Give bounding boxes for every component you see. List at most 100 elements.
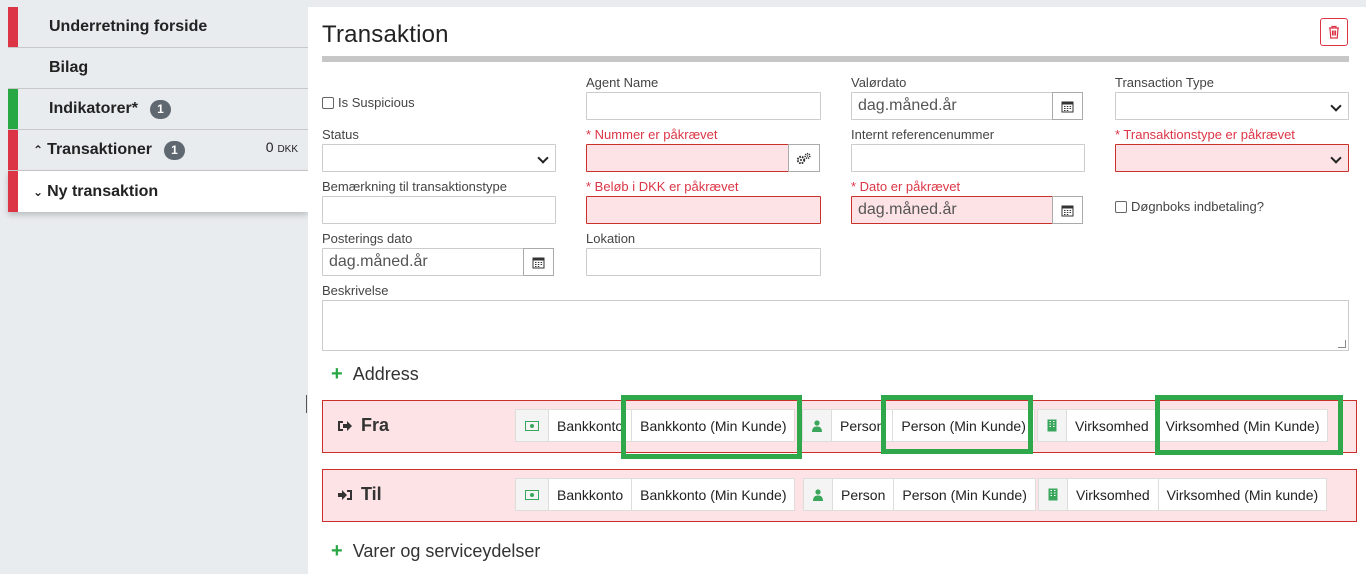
posterings-dato-input[interactable]: dag.måned.år [322,248,524,276]
dato-input[interactable]: dag.måned.år [851,196,1053,224]
lokation-label: Lokation [586,231,636,246]
is-suspicious-checkbox[interactable]: Is Suspicious [322,95,415,110]
party-title-text: Fra [361,415,390,435]
internt-ref-label: Internt referencenummer [851,127,995,142]
checkbox-label: Døgnboks indbetaling? [1131,199,1264,214]
delete-button[interactable] [1320,18,1348,46]
checkbox-box[interactable] [322,96,334,109]
generate-number-button[interactable] [788,144,820,172]
beloeb-required-label: * Beløb i DKK er påkrævet [586,179,739,194]
section-title: Address [352,364,419,384]
til-person-min-kunde-button[interactable]: Person (Min Kunde) [894,479,1035,510]
sidebar-item-indikatorer[interactable]: Indikatorer* 1 [8,89,308,130]
agent-name-input[interactable] [586,92,821,120]
sidebar-item-bilag[interactable]: Bilag [8,48,308,89]
til-virksomhed-button[interactable]: Virksomhed [1068,479,1159,510]
chevron-double-up-icon: ⌃ [33,143,44,157]
til-virksomhed-group: Virksomhed Virksomhed (Min kunde) [1038,478,1328,511]
sidebar-item-ny-transaktion[interactable]: ⌄ Ny transaktion [8,171,308,212]
bemaerkning-input[interactable] [322,196,556,224]
lokation-input[interactable] [586,248,821,276]
party-til: Til Bankkonto Bankkonto (Min Kunde) Pers… [322,469,1357,522]
posterings-calendar-button[interactable] [523,248,554,276]
calendar-icon [532,257,545,268]
user-icon [803,410,832,441]
varer-section-toggle[interactable]: + Varer og serviceydelser [331,540,540,563]
beskrivelse-label: Beskrivelse [322,283,389,298]
count-badge: 1 [164,140,185,160]
til-bankkonto-min-kunde-button[interactable]: Bankkonto (Min Kunde) [632,479,795,510]
user-icon [804,479,833,510]
highlight-box [881,395,1033,454]
sidebar-item-label: ⌄ Ny transaktion [8,183,158,201]
posterings-dato-label: Posterings dato [322,231,413,246]
sign-in-icon [337,488,353,502]
status-select[interactable] [322,144,556,172]
page-title: Transaktion [322,21,449,48]
status-label: Status [322,127,359,142]
status-bar [8,171,18,212]
highlight-box [621,395,802,459]
gears-icon [796,152,811,164]
sidebar-item-label: Indikatorer* [49,100,138,117]
status-bar [8,7,18,47]
checkbox-box[interactable] [1115,200,1127,213]
valoerdato-input[interactable]: dag.måned.år [851,92,1053,120]
highlight-box [1155,395,1343,455]
building-icon [1038,410,1067,441]
sidebar-item-label: Underretning forside [49,18,208,35]
amount-number: 0 [265,139,274,155]
beskrivelse-textarea[interactable] [322,300,1349,351]
calendar-icon [1061,205,1074,216]
checkbox-label: Is Suspicious [338,95,415,110]
main-panel: Transaktion Is Suspicious Agent Name Val… [308,7,1366,574]
til-person-group: Person Person (Min Kunde) [803,478,1036,511]
til-bankkonto-group: Bankkonto Bankkonto (Min Kunde) [515,478,796,511]
amount-value: 0 DKK [266,139,298,155]
trash-icon [1329,25,1339,39]
sidebar-item-label: ⌃ Transaktioner [8,141,152,159]
til-person-button[interactable]: Person [833,479,895,510]
sidebar-item-transaktioner[interactable]: ⌃ Transaktioner 1 0 DKK [8,130,308,171]
money-icon [516,410,549,441]
chevron-down-icon: ⌄ [33,184,44,199]
sidebar-item-text: Transaktioner [47,141,152,158]
dato-required-label: * Dato er påkrævet [851,179,961,194]
section-title: Varer og serviceydelser [352,541,541,561]
valoerdato-calendar-button[interactable] [1052,92,1083,120]
plus-icon: + [331,363,343,385]
nummer-required-label: * Nummer er påkrævet [586,127,718,142]
transaction-type-select[interactable] [1115,92,1349,120]
party-til-title: Til [337,484,382,505]
internt-ref-input[interactable] [851,144,1085,172]
transaktionstype-select[interactable] [1115,144,1349,172]
sidebar: Underretning forside Bilag Indikatorer* … [8,7,308,212]
sidebar-item-underretning-forside[interactable]: Underretning forside [8,7,308,48]
address-section-toggle[interactable]: + Address [331,363,419,386]
sign-out-icon [337,419,353,433]
transaction-type-label: Transaction Type [1115,75,1214,90]
doegnboks-checkbox[interactable]: Døgnboks indbetaling? [1115,199,1264,214]
party-title-text: Til [361,484,382,504]
valoerdato-label: Valørdato [851,75,907,90]
til-bankkonto-button[interactable]: Bankkonto [549,479,633,510]
transaktionstype-required-label: * Transaktionstype er påkrævet [1115,127,1295,142]
party-fra-title: Fra [337,415,389,436]
fra-virksomhed-button[interactable]: Virksomhed [1067,410,1158,441]
resize-grip[interactable] [1338,340,1346,348]
status-bar [8,130,18,170]
title-divider [322,56,1349,62]
til-virksomhed-min-kunde-button[interactable]: Virksomhed (Min kunde) [1158,479,1327,510]
status-bar [8,89,18,129]
fra-bankkonto-button[interactable]: Bankkonto [549,410,633,441]
sidebar-item-label: Bilag [49,59,89,76]
nummer-input[interactable] [586,144,789,172]
dato-calendar-button[interactable] [1052,196,1083,224]
amount-currency: DKK [277,144,298,155]
agent-name-label: Agent Name [586,75,659,90]
beloeb-input[interactable] [586,196,821,224]
sidebar-item-text: Ny transaktion [47,182,159,200]
building-icon [1039,479,1068,510]
plus-icon: + [331,540,343,562]
bemaerkning-label: Bemærkning til transaktionstype [322,179,507,194]
